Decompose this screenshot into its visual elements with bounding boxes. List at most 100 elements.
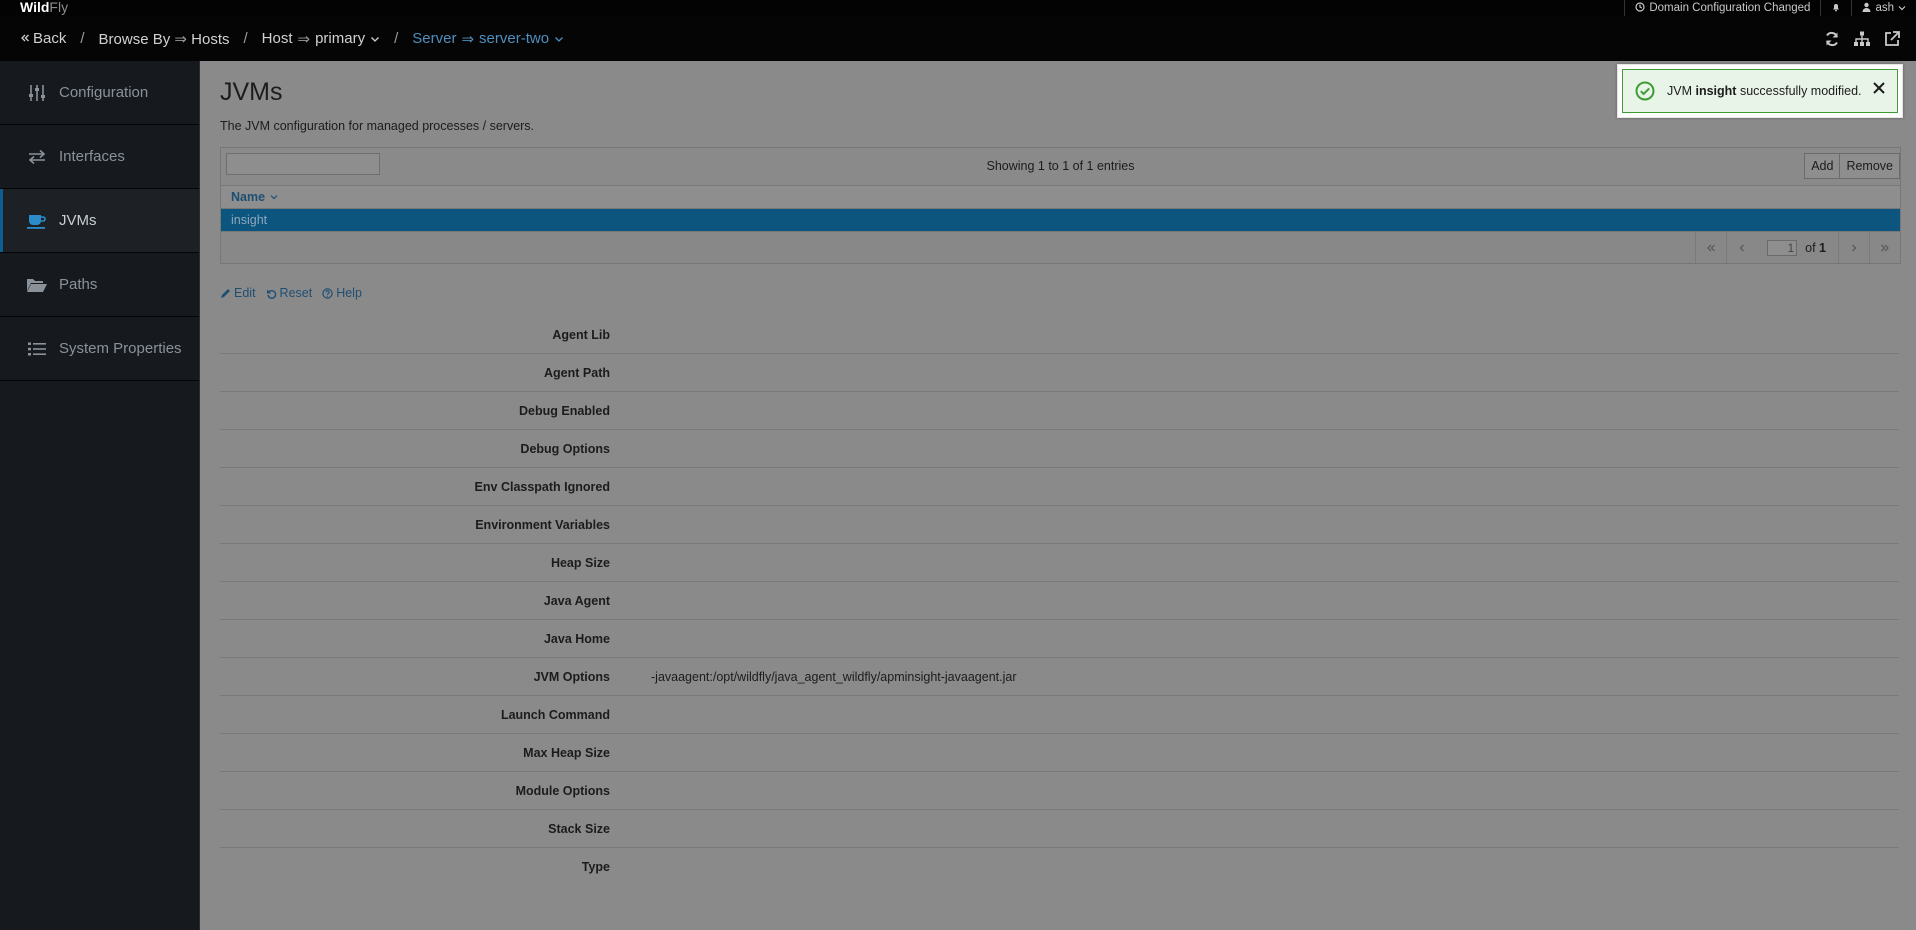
page-description: The JVM configuration for managed proces… <box>220 119 535 133</box>
add-button[interactable]: Add <box>1804 153 1841 179</box>
list-icon <box>25 341 49 357</box>
reset-link[interactable]: Reset <box>266 286 312 300</box>
server-dropdown[interactable]: Server ⇒ server-two <box>412 30 564 48</box>
attribute-label: Heap Size <box>550 555 610 570</box>
browse-by-link[interactable]: Browse By ⇒ Hosts <box>99 30 230 48</box>
header-tools <box>1822 16 1902 61</box>
page-input[interactable]: 1 <box>1767 239 1798 256</box>
form-actions: Edit Reset Help <box>220 286 362 300</box>
attribute-value: -javaagent:/opt/wildfly/java_agent_wildf… <box>651 669 1017 684</box>
attribute-label: Env Classpath Ignored <box>474 479 610 494</box>
last-page-icon[interactable] <box>1869 232 1900 263</box>
attribute-label: Type <box>581 859 610 874</box>
attribute-label: Debug Enabled <box>519 403 610 418</box>
user-name: ash <box>1875 2 1894 14</box>
pencil-icon <box>220 288 231 299</box>
main-content: JVMs The JVM configuration for managed p… <box>200 61 1916 930</box>
question-circle-icon <box>322 287 333 299</box>
sidebar-item-configuration[interactable]: Configuration <box>0 61 199 125</box>
server-value: server-two <box>479 30 550 47</box>
domain-config-changed-label: Domain Configuration Changed <box>1649 2 1811 14</box>
breadcrumb: Back / Browse By ⇒ Hosts / Host ⇒ primary … <box>20 16 564 61</box>
sidebar-item-label: Paths <box>59 276 98 293</box>
toast-body: JVM insight successfully modified. <box>1622 69 1898 113</box>
chevron-down-icon <box>1898 2 1906 14</box>
close-icon[interactable] <box>1871 80 1887 96</box>
attribute-row: JVM Options -javaagent:/opt/wildfly/java_… <box>220 658 1899 696</box>
next-page-icon[interactable] <box>1838 232 1869 263</box>
success-toast: JVM insight successfully modified. <box>1617 64 1903 118</box>
previous-page-icon[interactable] <box>1726 232 1757 263</box>
attribute-row: Agent Path <box>220 354 1899 392</box>
sidebar-item-system-properties[interactable]: System Properties <box>0 317 199 381</box>
chevron-down-icon <box>554 30 564 47</box>
sidebar-item-interfaces[interactable]: Interfaces <box>0 125 199 189</box>
host-dropdown[interactable]: Host ⇒ primary <box>262 30 380 48</box>
attribute-row: Java Agent <box>220 582 1899 620</box>
attribute-label: Java Home <box>543 631 610 646</box>
sidebar-item-paths[interactable]: Paths <box>0 253 199 317</box>
sidebar: Configuration Interfaces JVMs Paths Syst… <box>0 61 200 930</box>
top-right-menu: Domain Configuration Changed ash <box>1624 0 1916 16</box>
jvm-table: Showing 1 to 1 of 1 entries Add Remove N… <box>220 147 1901 264</box>
arrow-icon: ⇒ <box>297 30 311 48</box>
notifications-button[interactable] <box>1820 0 1851 16</box>
back-label: Back <box>33 30 67 47</box>
attribute-label: Debug Options <box>520 441 610 456</box>
page-title: JVMs <box>220 78 283 106</box>
total-pages: 1 <box>1819 240 1826 255</box>
attribute-label: Java Agent <box>543 593 610 608</box>
attribute-label: Launch Command <box>500 707 610 722</box>
attribute-label: Max Heap Size <box>523 745 610 760</box>
first-page-icon[interactable] <box>1695 232 1726 263</box>
toast-jvm-name: insight <box>1695 84 1737 98</box>
server-label: Server <box>412 30 457 47</box>
filter-input[interactable] <box>226 153 380 175</box>
of-label: of <box>1805 240 1816 255</box>
sidebar-item-label: JVMs <box>59 212 97 229</box>
attribute-row: Environment Variables <box>220 506 1899 544</box>
double-chevron-left-icon <box>20 30 30 47</box>
domain-config-changed-link[interactable]: Domain Configuration Changed <box>1624 0 1820 16</box>
pagination: 1 of 1 <box>221 231 1900 263</box>
table-row[interactable]: insight <box>221 209 1900 231</box>
remove-button[interactable]: Remove <box>1840 153 1900 179</box>
external-link-icon[interactable] <box>1882 29 1902 49</box>
attribute-label: Agent Path <box>544 365 610 380</box>
sidebar-item-jvms[interactable]: JVMs <box>0 189 199 253</box>
table-toolbar: Showing 1 to 1 of 1 entries Add Remove <box>221 148 1900 186</box>
attribute-row: Max Heap Size <box>220 734 1899 772</box>
attribute-label: JVM Options <box>533 669 610 684</box>
user-menu[interactable]: ash <box>1851 0 1916 16</box>
column-header-name[interactable]: Name <box>221 186 1900 209</box>
attribute-label: Module Options <box>515 783 610 798</box>
attribute-label: Stack Size <box>548 821 610 836</box>
attribute-label: Agent Lib <box>552 327 610 342</box>
browse-by-label: Browse By <box>98 30 171 48</box>
sitemap-icon[interactable] <box>1852 29 1872 49</box>
help-link[interactable]: Help <box>322 286 362 300</box>
history-icon <box>1635 1 1645 15</box>
sort-down-icon <box>270 194 278 200</box>
entries-info: Showing 1 to 1 of 1 entries <box>986 159 1135 173</box>
coffee-icon <box>25 212 49 230</box>
arrow-icon: ⇒ <box>461 30 475 48</box>
bell-icon <box>1831 2 1841 15</box>
user-icon <box>1862 2 1871 15</box>
host-label: Host <box>261 30 293 47</box>
page-of-label: of 1 <box>1805 241 1826 255</box>
refresh-icon[interactable] <box>1822 29 1842 49</box>
breadcrumb-separator: / <box>243 30 248 47</box>
attribute-row: Module Options <box>220 772 1899 810</box>
back-link[interactable]: Back <box>20 30 66 47</box>
table-buttons: Add Remove <box>1804 153 1900 179</box>
brand-logo[interactable]: WildFly <box>20 0 68 15</box>
folder-open-icon <box>25 276 49 294</box>
attribute-row: Type <box>220 848 1899 885</box>
toast-prefix: JVM <box>1667 84 1692 98</box>
host-value: primary <box>315 30 366 47</box>
edit-link[interactable]: Edit <box>220 286 256 300</box>
attribute-row: Env Classpath Ignored <box>220 468 1899 506</box>
attribute-label: Environment Variables <box>475 517 610 532</box>
sidebar-item-label: System Properties <box>59 340 182 357</box>
